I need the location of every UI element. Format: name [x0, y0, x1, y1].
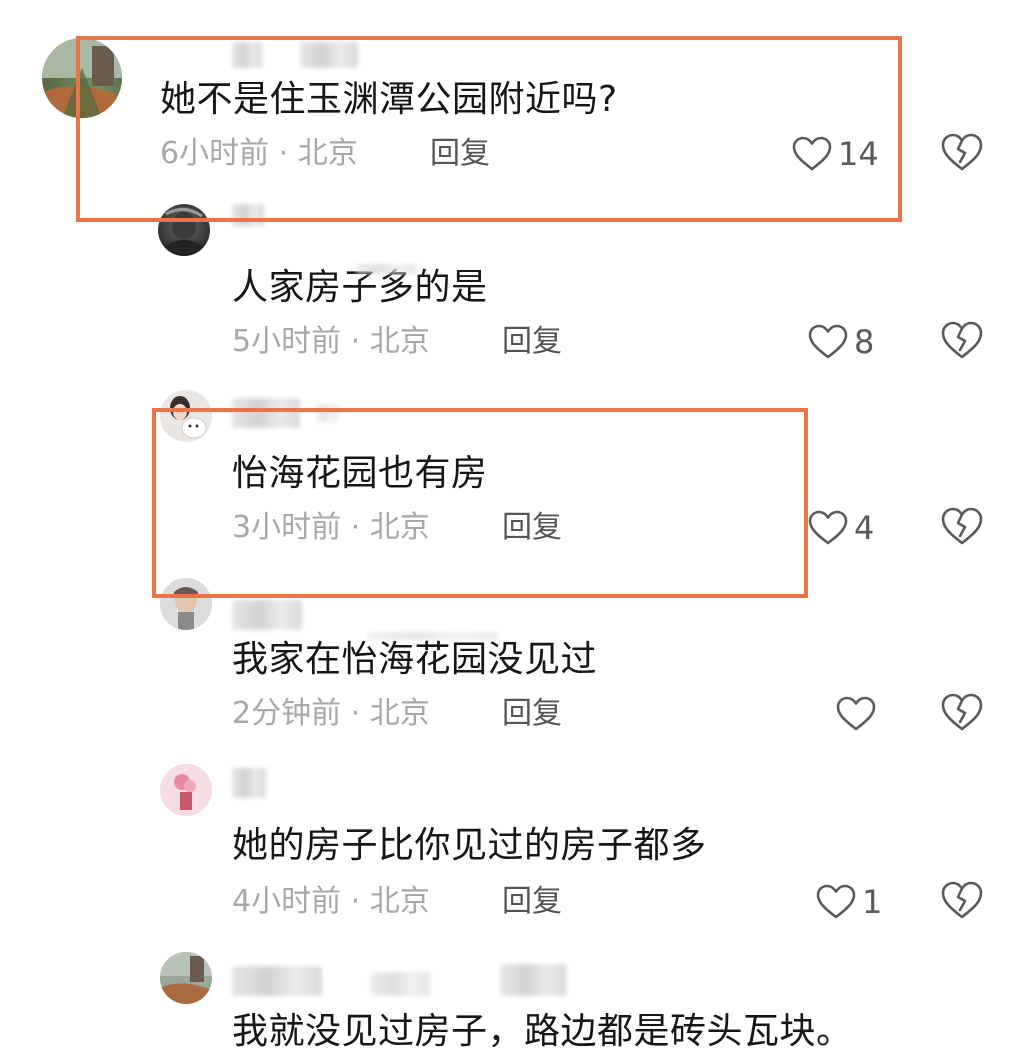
comment-text: 怡海花园也有房	[232, 453, 488, 494]
comment-item: 她不是住玉渊潭公园附近吗? 6小时前 · 北京 回复 14	[0, 0, 1024, 220]
avatar-image-icon	[170, 396, 207, 439]
comment-time-location: 6小时前 · 北京	[160, 136, 358, 171]
avatar-image-icon	[162, 208, 206, 256]
username-blurred	[232, 398, 300, 428]
comment-reply-item: 人家房子多的是 5小时前 · 北京 回复 8	[0, 200, 1024, 380]
like-button[interactable]: 4	[808, 506, 874, 550]
like-count: 4	[854, 509, 875, 547]
reply-button[interactable]: 回复	[430, 136, 490, 172]
heart-outline-icon	[836, 696, 876, 731]
comment-text: 她的房子比你见过的房子都多	[232, 825, 707, 866]
dislike-button[interactable]	[940, 880, 984, 924]
username-blurred	[316, 404, 338, 422]
avatar-image-icon	[174, 587, 198, 630]
like-count: 14	[838, 135, 879, 173]
username-blurred	[232, 768, 266, 798]
avatar[interactable]	[160, 952, 212, 1004]
heart-outline-icon	[792, 136, 832, 171]
avatar[interactable]	[160, 390, 212, 442]
comment-time-location: 5小时前 · 北京	[232, 324, 430, 359]
reply-button[interactable]: 回复	[502, 696, 562, 732]
comment-text: 我就没见过房子，路边都是砖头瓦块。	[232, 1011, 853, 1052]
username-blurred	[232, 966, 322, 996]
dislike-button[interactable]	[940, 692, 984, 736]
comment-time-location: 3小时前 · 北京	[232, 510, 430, 545]
comment-reply-item: 我家在怡海花园没见过 2分钟前 · 北京 回复	[0, 576, 1024, 756]
comment-text: 她不是住玉渊潭公园附近吗?	[160, 79, 618, 120]
comment-time-location: 4小时前 · 北京	[232, 884, 430, 919]
dislike-button[interactable]	[940, 320, 984, 364]
avatar-image-icon	[42, 38, 122, 118]
heart-outline-icon	[808, 510, 848, 545]
broken-heart-icon	[941, 693, 983, 731]
like-button[interactable]	[836, 692, 882, 736]
broken-heart-icon	[941, 507, 983, 545]
username-blurred	[356, 264, 416, 274]
like-count: 8	[854, 323, 875, 361]
broken-heart-icon	[941, 881, 983, 919]
reply-button[interactable]: 回复	[502, 324, 562, 360]
like-count: 1	[862, 883, 883, 921]
reply-button[interactable]: 回复	[502, 510, 562, 546]
username-blurred	[300, 42, 358, 68]
username-blurred	[232, 204, 264, 226]
comment-reply-item: 她的房子比你见过的房子都多 4小时前 · 北京 回复 1	[0, 762, 1024, 942]
username-blurred	[500, 964, 566, 996]
heart-outline-icon	[816, 884, 856, 919]
dislike-button[interactable]	[940, 132, 984, 176]
like-button[interactable]: 8	[808, 320, 874, 364]
avatar-image-icon	[160, 952, 212, 1004]
dislike-button[interactable]	[940, 506, 984, 550]
broken-heart-icon	[941, 133, 983, 171]
comment-text: 我家在怡海花园没见过	[232, 639, 598, 680]
heart-outline-icon	[808, 324, 848, 359]
comment-reply-item: 怡海花园也有房 3小时前 · 北京 回复 4	[0, 388, 1024, 578]
avatar[interactable]	[42, 38, 122, 118]
like-button[interactable]: 1	[816, 880, 882, 924]
avatar[interactable]	[160, 578, 212, 630]
avatar-image-icon	[174, 774, 196, 810]
username-blurred	[370, 972, 430, 996]
avatar[interactable]	[158, 204, 210, 256]
reply-button[interactable]: 回复	[502, 884, 562, 920]
comment-time-location: 2分钟前 · 北京	[232, 696, 430, 731]
like-button[interactable]: 14	[792, 132, 879, 176]
avatar[interactable]	[160, 764, 212, 816]
username-blurred	[232, 42, 262, 68]
broken-heart-icon	[941, 321, 983, 359]
username-blurred	[232, 600, 302, 630]
comment-reply-item: 我就没见过房子，路边都是砖头瓦块。	[0, 950, 1024, 1063]
